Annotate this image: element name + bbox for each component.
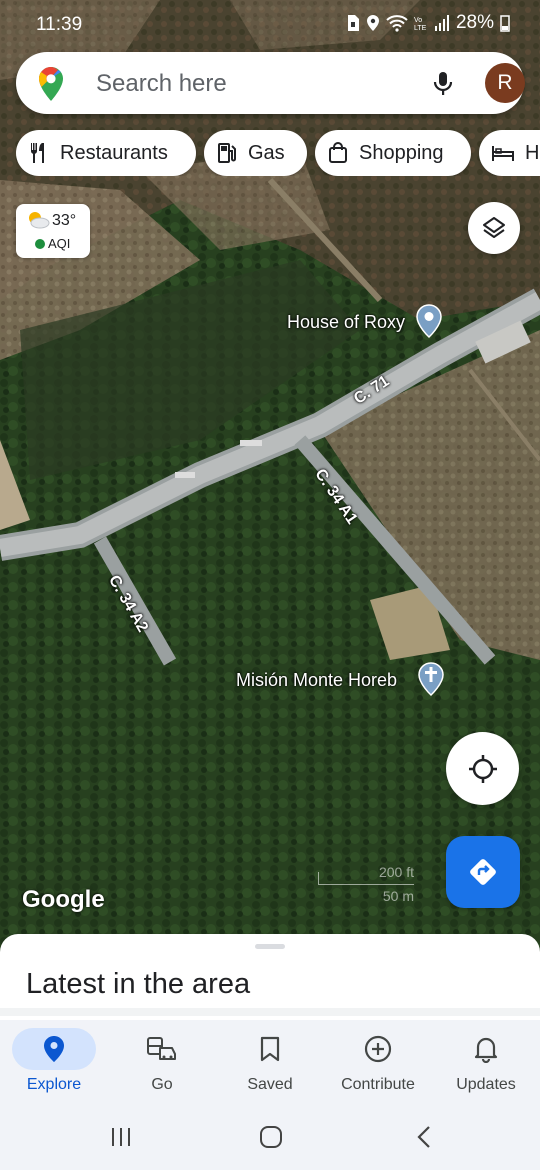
nav-label: Saved [247,1076,293,1093]
google-attribution: Google [22,886,105,913]
aqi-label: AQI [48,236,71,251]
chip-hotels[interactable]: Hotels [479,130,540,176]
bookmark-icon [260,1036,280,1062]
partly-cloudy-icon [29,212,50,229]
nav-icon-container [336,1028,420,1070]
svg-text:LTE: LTE [414,25,427,32]
directions-icon [470,859,496,885]
nav-icon-container [444,1028,528,1070]
sim-icon [347,15,359,31]
drag-handle[interactable] [255,944,285,949]
nav-saved[interactable]: Saved [216,1020,324,1106]
nav-icon-container [228,1028,312,1070]
nav-icon-container [12,1028,96,1070]
explore-bottom-sheet[interactable]: Latest in the area [0,934,540,1024]
search-input[interactable]: Search here [96,70,227,98]
church-pin-icon[interactable] [418,662,444,696]
status-icons: Vo LTE 28% [346,12,510,34]
recent-apps-icon[interactable] [108,1124,134,1150]
my-location-button[interactable] [446,732,519,805]
divider [0,1008,540,1016]
weather-widget[interactable]: 33° AQI [16,204,90,258]
place-pin-icon[interactable] [416,304,442,338]
back-icon[interactable] [412,1124,438,1150]
explore-pin-icon [44,1036,64,1062]
chip-label: Hotels [525,141,540,164]
search-bar[interactable]: Search here R [16,52,525,114]
signal-icon [434,15,449,31]
place-name: Misión Monte Horeb [236,670,398,690]
svg-text:Vo: Vo [414,17,422,24]
battery-icon [500,15,510,32]
chip-restaurants[interactable]: Restaurants [16,130,196,176]
chip-label: Restaurants [60,141,168,164]
microphone-icon[interactable] [428,68,458,98]
volte-icon: VoLTE [414,17,427,32]
sheet-title: Latest in the area [26,968,251,1000]
nav-label: Contribute [341,1076,415,1093]
aqi-status-dot [35,239,45,249]
commute-icon [147,1037,176,1060]
add-circle-icon [364,1035,392,1063]
map-scale: 200 ft 50 m [318,862,418,906]
place-label-mision-monte-horeb[interactable]: Misión Monte Horeb [236,670,397,691]
my-location-icon [468,754,497,783]
category-chips: Restaurants Gas Shopping Hotels [16,130,540,176]
directions-button[interactable] [446,836,520,908]
chip-shopping[interactable]: Shopping [315,130,471,176]
status-bar: 11:39 Vo LTE 28% [0,0,540,48]
clock: 11:39 [36,14,83,35]
bell-icon [474,1037,498,1063]
nav-label: Updates [456,1076,516,1093]
nav-explore[interactable]: Explore [0,1020,108,1106]
account-avatar[interactable]: R [485,63,525,103]
layers-icon [483,217,505,238]
wifi-icon [386,15,408,32]
chip-label: Shopping [359,141,444,164]
battery-percent: 28% [455,12,494,33]
nav-label: Go [151,1076,173,1093]
location-icon [366,15,379,31]
chip-gas[interactable]: Gas [204,130,307,176]
place-name: House of Roxy [287,312,406,332]
restaurant-icon [31,143,44,163]
nav-go[interactable]: Go [108,1020,216,1106]
nav-label: Explore [26,1076,82,1093]
place-label-house-of-roxy[interactable]: House of Roxy [287,312,405,333]
nav-icon-container [120,1028,204,1070]
nav-updates[interactable]: Updates [432,1020,540,1106]
scale-meters: 50 m [382,888,414,904]
layers-button[interactable] [468,202,520,254]
bottom-navigation: Explore Go Saved Contribute Updates [0,1020,540,1106]
home-icon[interactable] [258,1124,284,1150]
bed-icon [492,146,514,161]
nav-contribute[interactable]: Contribute [324,1020,432,1106]
google-maps-logo-icon [39,67,63,101]
chip-label: Gas [248,141,285,164]
gas-station-icon [218,143,236,163]
temperature: 33° [52,212,77,229]
shopping-bag-icon [329,142,347,163]
system-navigation-bar [0,1106,540,1170]
scale-feet: 200 ft [378,864,414,880]
